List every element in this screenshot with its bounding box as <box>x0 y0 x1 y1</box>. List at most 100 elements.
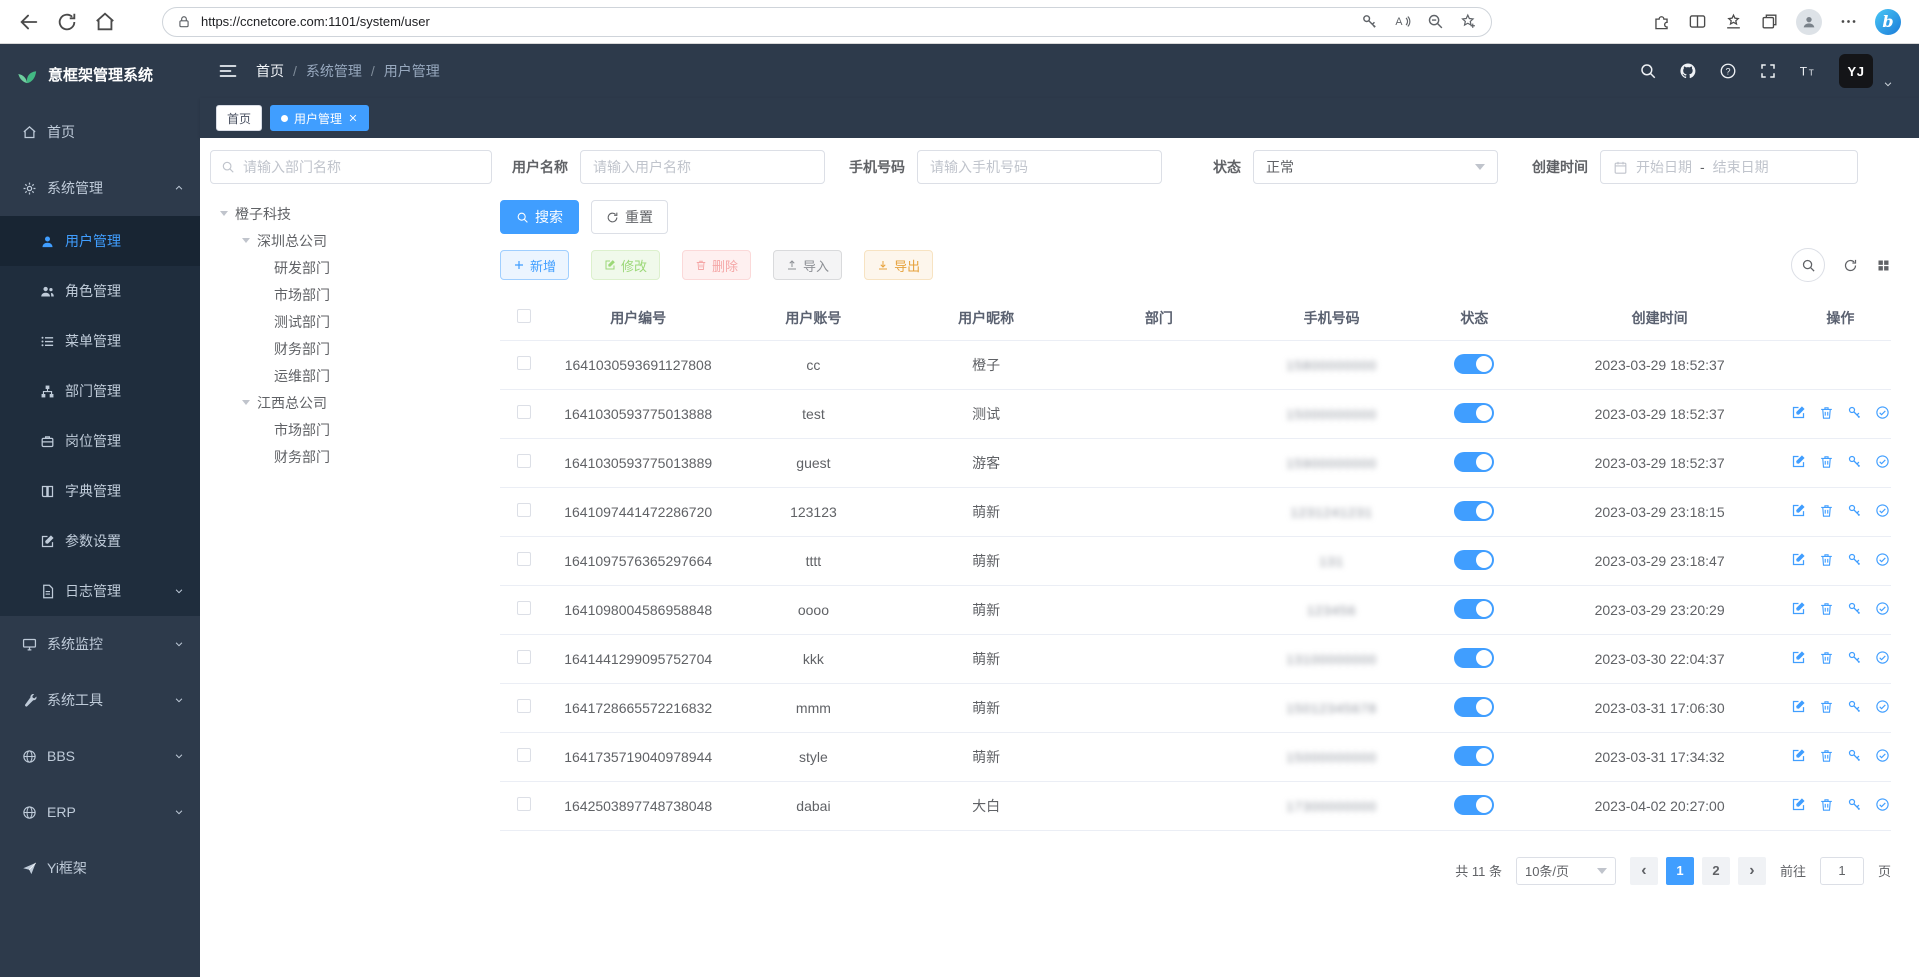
tab-home[interactable]: 首页 <box>216 105 262 131</box>
delete-button[interactable]: 删除 <box>682 250 751 280</box>
show-search-button[interactable] <box>1791 248 1825 282</box>
goto-page-input[interactable] <box>1820 857 1864 885</box>
home-button[interactable] <box>94 11 116 33</box>
add-favorite-icon[interactable] <box>1460 13 1477 30</box>
tree-node[interactable]: 财务部门 <box>210 443 492 470</box>
status-toggle[interactable] <box>1454 599 1494 619</box>
edit-icon[interactable] <box>1791 454 1806 469</box>
status-select[interactable]: 正常 <box>1253 150 1498 184</box>
breadcrumb-system[interactable]: 系统管理 <box>306 61 362 81</box>
sidebar-item-role-management[interactable]: 角色管理 <box>0 266 200 316</box>
assign-role-icon[interactable] <box>1875 503 1890 518</box>
row-checkbox[interactable] <box>517 797 531 811</box>
edit-icon[interactable] <box>1791 748 1806 763</box>
font-size-icon[interactable] <box>1799 62 1817 80</box>
column-settings-icon[interactable] <box>1876 258 1891 273</box>
sidebar-item-system-monitor[interactable]: 系统监控 <box>0 616 200 672</box>
close-icon[interactable] <box>348 113 358 123</box>
tree-node[interactable]: 市场部门 <box>210 281 492 308</box>
collections-icon[interactable] <box>1760 12 1779 31</box>
sidebar-item-system-management[interactable]: 系统管理 <box>0 160 200 216</box>
tree-node[interactable]: 橙子科技 <box>210 200 492 227</box>
edit-button[interactable]: 修改 <box>591 250 660 280</box>
select-all-checkbox[interactable] <box>517 309 531 323</box>
edit-icon[interactable] <box>1791 601 1806 616</box>
url-text[interactable]: https://ccnetcore.com:1101/system/user <box>201 14 1351 29</box>
row-checkbox[interactable] <box>517 650 531 664</box>
search-icon[interactable] <box>1639 62 1657 80</box>
page-button-2[interactable]: 2 <box>1702 857 1730 885</box>
password-key-icon[interactable] <box>1361 13 1378 30</box>
chevron-down-icon[interactable] <box>1883 79 1893 89</box>
status-toggle[interactable] <box>1454 403 1494 423</box>
caret-down-icon[interactable] <box>242 400 250 405</box>
delete-icon[interactable] <box>1819 601 1834 616</box>
edit-icon[interactable] <box>1791 405 1806 420</box>
add-button[interactable]: 新增 <box>500 250 569 280</box>
row-checkbox[interactable] <box>517 503 531 517</box>
prev-page-button[interactable] <box>1630 857 1658 885</box>
delete-icon[interactable] <box>1819 748 1834 763</box>
assign-role-icon[interactable] <box>1875 601 1890 616</box>
reset-password-icon[interactable] <box>1847 503 1862 518</box>
status-toggle[interactable] <box>1454 648 1494 668</box>
delete-icon[interactable] <box>1819 699 1834 714</box>
address-bar[interactable]: https://ccnetcore.com:1101/system/user <box>162 7 1492 37</box>
help-icon[interactable] <box>1719 62 1737 80</box>
bing-icon[interactable]: b <box>1875 9 1901 35</box>
status-toggle[interactable] <box>1454 795 1494 815</box>
row-checkbox[interactable] <box>517 405 531 419</box>
assign-role-icon[interactable] <box>1875 650 1890 665</box>
department-search[interactable] <box>210 150 492 184</box>
status-toggle[interactable] <box>1454 746 1494 766</box>
assign-role-icon[interactable] <box>1875 699 1890 714</box>
sidebar-item-system-tools[interactable]: 系统工具 <box>0 672 200 728</box>
sidebar-item-dept-management[interactable]: 部门管理 <box>0 366 200 416</box>
status-toggle[interactable] <box>1454 354 1494 374</box>
tree-node[interactable]: 深圳总公司 <box>210 227 492 254</box>
sidebar-item-bbs[interactable]: BBS <box>0 728 200 784</box>
sidebar-item-yi-framework[interactable]: Yi框架 <box>0 840 200 896</box>
search-button[interactable]: 搜索 <box>500 200 579 234</box>
status-toggle[interactable] <box>1454 550 1494 570</box>
split-screen-icon[interactable] <box>1688 12 1707 31</box>
department-search-input[interactable] <box>243 159 481 175</box>
reset-password-icon[interactable] <box>1847 797 1862 812</box>
status-toggle[interactable] <box>1454 697 1494 717</box>
favorites-bar-icon[interactable] <box>1724 12 1743 31</box>
caret-down-icon[interactable] <box>220 211 228 216</box>
row-checkbox[interactable] <box>517 356 531 370</box>
reset-password-icon[interactable] <box>1847 405 1862 420</box>
reset-password-icon[interactable] <box>1847 748 1862 763</box>
assign-role-icon[interactable] <box>1875 797 1890 812</box>
delete-icon[interactable] <box>1819 797 1834 812</box>
tab-user-management[interactable]: 用户管理 <box>270 105 369 131</box>
delete-icon[interactable] <box>1819 503 1834 518</box>
refresh-table-icon[interactable] <box>1843 258 1858 273</box>
status-toggle[interactable] <box>1454 452 1494 472</box>
user-avatar[interactable]: YJ <box>1839 54 1873 88</box>
assign-role-icon[interactable] <box>1875 405 1890 420</box>
reset-button[interactable]: 重置 <box>591 200 668 234</box>
reset-password-icon[interactable] <box>1847 699 1862 714</box>
edit-icon[interactable] <box>1791 650 1806 665</box>
browser-profile-avatar[interactable] <box>1796 9 1822 35</box>
tree-node[interactable]: 运维部门 <box>210 362 492 389</box>
read-aloud-icon[interactable] <box>1394 13 1411 30</box>
caret-down-icon[interactable] <box>242 238 250 243</box>
sidebar-item-post-management[interactable]: 岗位管理 <box>0 416 200 466</box>
sidebar-item-user-management[interactable]: 用户管理 <box>0 216 200 266</box>
row-checkbox[interactable] <box>517 601 531 615</box>
reset-password-icon[interactable] <box>1847 601 1862 616</box>
assign-role-icon[interactable] <box>1875 552 1890 567</box>
reset-password-icon[interactable] <box>1847 552 1862 567</box>
row-checkbox[interactable] <box>517 454 531 468</box>
github-icon[interactable] <box>1679 62 1697 80</box>
tree-node[interactable]: 市场部门 <box>210 416 492 443</box>
reset-password-icon[interactable] <box>1847 650 1862 665</box>
sidebar-item-param-settings[interactable]: 参数设置 <box>0 516 200 566</box>
username-input[interactable] <box>593 159 812 175</box>
edit-icon[interactable] <box>1791 797 1806 812</box>
refresh-button[interactable] <box>56 11 78 33</box>
tree-node[interactable]: 研发部门 <box>210 254 492 281</box>
